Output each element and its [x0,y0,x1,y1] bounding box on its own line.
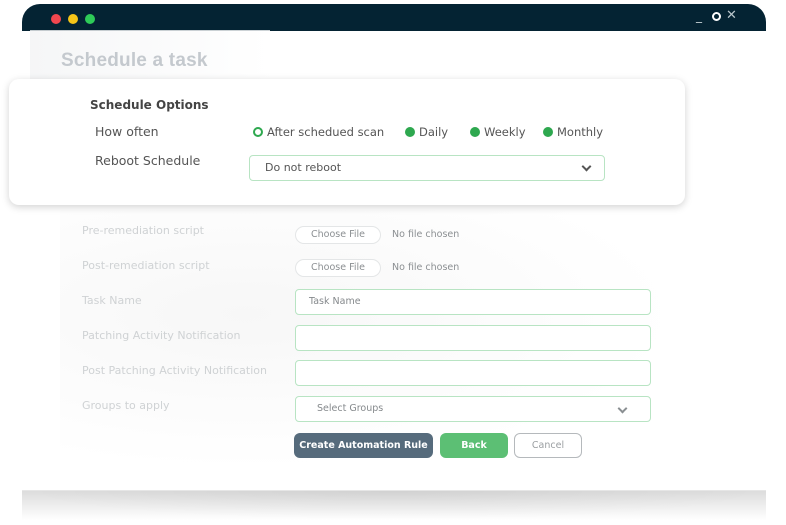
reboot-schedule-label: Reboot Schedule [95,153,201,168]
back-button[interactable]: Back [440,433,508,458]
radio-daily[interactable]: Daily [405,125,448,139]
chevron-down-icon [617,403,628,414]
reboot-select-value: Do not reboot [265,161,342,174]
how-often-label: How often [95,124,159,139]
schedule-options-card: Schedule Options How often Reboot Schedu… [9,79,685,205]
chevron-down-icon [581,161,592,172]
task-name-label: Task Name [82,294,142,307]
minimize-traffic-light[interactable] [68,14,78,24]
radio-filled-icon [543,127,553,137]
post-script-file-status: No file chosen [392,262,460,273]
groups-select[interactable]: Select Groups [295,396,651,422]
groups-select-value: Select Groups [317,403,384,414]
radio-monthly[interactable]: Monthly [543,125,603,139]
reboot-schedule-select[interactable]: Do not reboot [249,155,605,181]
groups-label: Groups to apply [82,399,170,412]
close-icon[interactable]: ✕ [726,8,737,23]
pre-script-choose-file-button[interactable]: Choose File [295,226,381,244]
pre-script-file-status: No file chosen [392,229,460,240]
create-automation-rule-button[interactable]: Create Automation Rule [294,433,433,458]
patching-notification-input[interactable] [295,325,651,351]
patching-notification-label: Patching Activity Notification [82,329,241,342]
radio-outline-icon [253,127,263,137]
radio-weekly[interactable]: Weekly [470,125,526,139]
close-traffic-light[interactable] [51,14,61,24]
post-script-label: Post-remediation script [82,259,210,272]
radio-filled-icon [405,127,415,137]
pre-script-label: Pre-remediation script [82,224,204,237]
post-patching-notification-label: Post Patching Activity Notification [82,364,267,377]
minimize-icon[interactable]: _ [696,9,702,23]
radio-after-scan[interactable]: After schedued scan [253,125,384,139]
post-patching-notification-input[interactable] [295,360,651,386]
schedule-options-title: Schedule Options [90,98,209,112]
cancel-button[interactable]: Cancel [514,433,582,458]
radio-label: Weekly [484,125,526,139]
radio-filled-icon [470,127,480,137]
radio-label: After schedued scan [267,125,385,139]
window-bottom-shadow [22,490,766,520]
post-script-choose-file-button[interactable]: Choose File [295,259,381,277]
task-name-input[interactable]: Task Name [295,289,651,315]
title-bar: _ ✕ [22,4,766,31]
radio-label: Monthly [557,125,604,139]
radio-label: Daily [419,125,449,139]
page-title: Schedule a task [61,50,208,71]
maximize-icon[interactable] [712,12,721,21]
maximize-traffic-light[interactable] [85,14,95,24]
